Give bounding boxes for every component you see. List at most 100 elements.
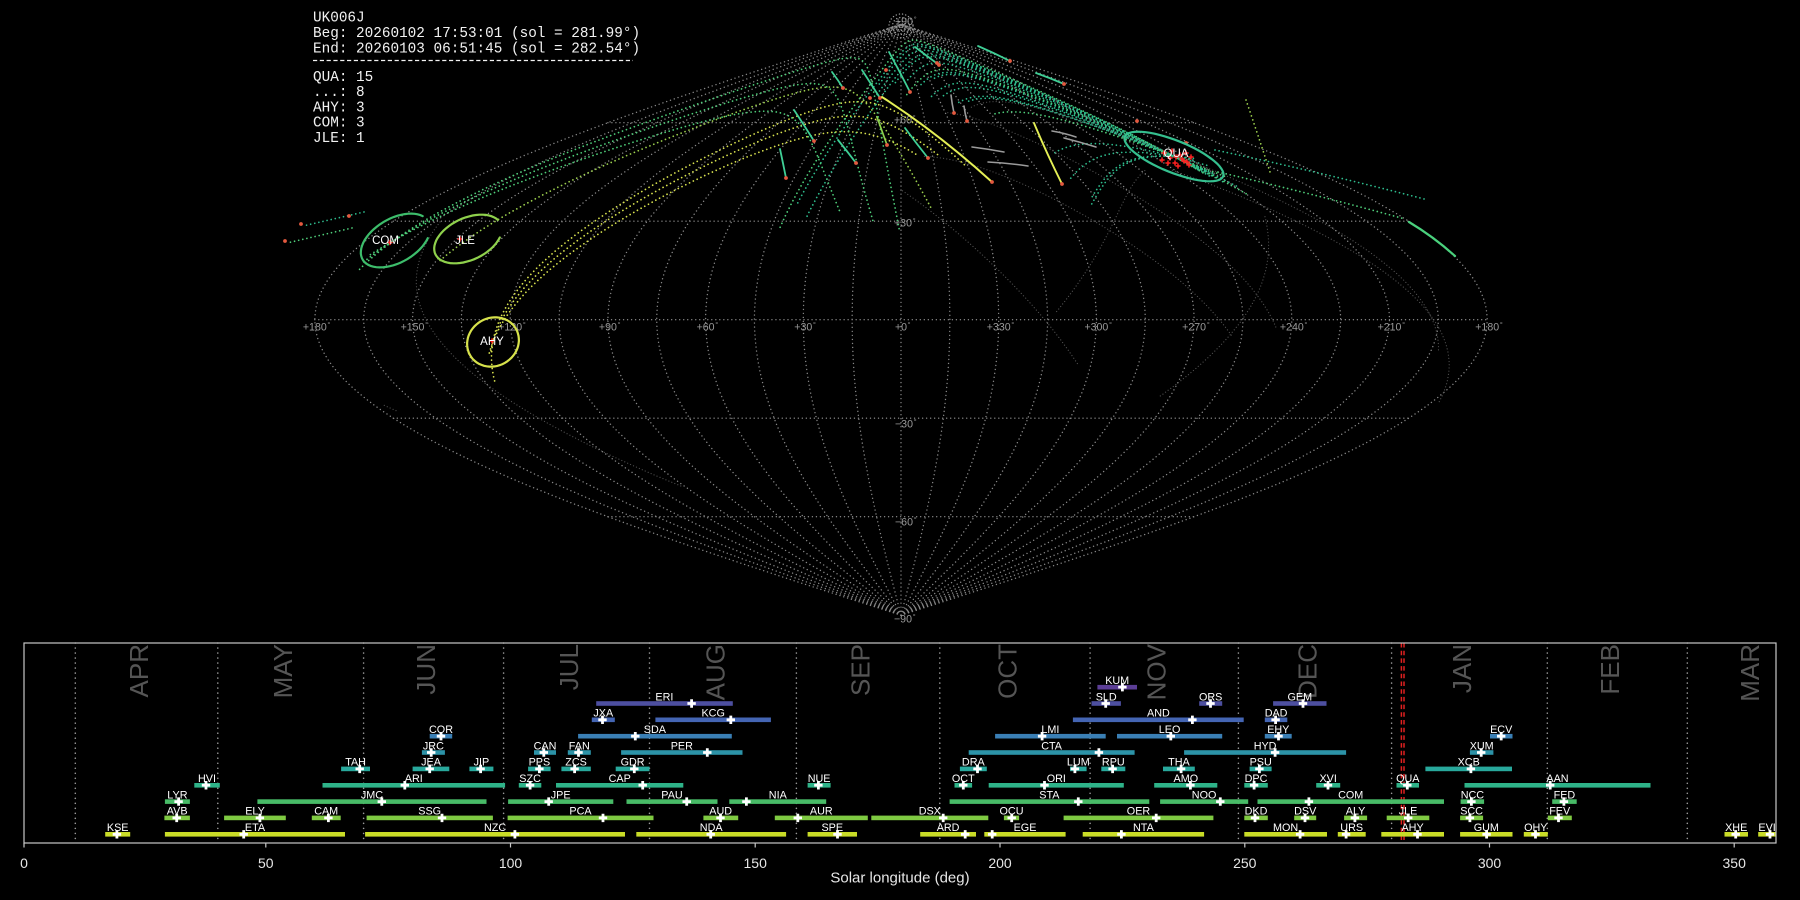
svg-text:SEP: SEP <box>846 644 876 696</box>
svg-text:+330: +330 <box>987 322 1011 334</box>
svg-text:DPC: DPC <box>1245 773 1268 785</box>
svg-text:°: ° <box>914 15 917 24</box>
svg-text:HYD: HYD <box>1254 740 1277 752</box>
svg-text:CAN: CAN <box>534 740 557 752</box>
svg-text:150: 150 <box>744 855 768 871</box>
svg-text:200: 200 <box>988 855 1012 871</box>
svg-text:°: ° <box>813 320 816 329</box>
svg-text:+270: +270 <box>1182 322 1206 334</box>
svg-text:DKD: DKD <box>1245 806 1268 818</box>
svg-text:JUL: JUL <box>554 644 584 690</box>
svg-text:URS: URS <box>1340 822 1363 834</box>
svg-text:JLE: JLE <box>455 235 475 247</box>
svg-text:CAM: CAM <box>314 806 338 818</box>
svg-text:AHY: AHY <box>1401 822 1423 834</box>
svg-text:CQR: CQR <box>429 724 453 736</box>
svg-text:NOO: NOO <box>1192 789 1217 801</box>
svg-text:AVB: AVB <box>167 806 188 818</box>
svg-text:+180: +180 <box>1475 322 1499 334</box>
svg-text:FEV: FEV <box>1549 806 1571 818</box>
svg-text:QUA: 15: QUA: 15 <box>313 70 373 86</box>
svg-text:°: ° <box>425 320 428 329</box>
svg-text:+210: +210 <box>1378 322 1402 334</box>
svg-text:+30: +30 <box>794 322 812 334</box>
svg-text:RPU: RPU <box>1102 757 1125 769</box>
svg-text:100: 100 <box>499 855 523 871</box>
svg-text:NZC: NZC <box>484 822 506 834</box>
svg-text:DRA: DRA <box>962 757 986 769</box>
svg-text:COM: 3: COM: 3 <box>313 116 365 132</box>
svg-text:OCU: OCU <box>1000 806 1024 818</box>
svg-text:XHE: XHE <box>1725 822 1747 834</box>
svg-text:AUR: AUR <box>810 806 833 818</box>
svg-text:°: ° <box>1109 320 1112 329</box>
svg-text:JMC: JMC <box>361 789 383 801</box>
svg-text:TAH: TAH <box>345 757 366 769</box>
svg-text:THA: THA <box>1168 757 1190 769</box>
svg-text:°: ° <box>908 320 911 329</box>
svg-text:EHY: EHY <box>1267 724 1289 736</box>
svg-text:°: ° <box>523 320 526 329</box>
svg-text:NCC: NCC <box>1461 789 1485 801</box>
svg-text:AHY: 3: AHY: 3 <box>313 100 365 116</box>
svg-text:SZC: SZC <box>519 773 541 785</box>
svg-text:SSG: SSG <box>418 806 441 818</box>
svg-text:350: 350 <box>1723 855 1747 871</box>
svg-text:−30: −30 <box>895 419 913 431</box>
svg-text:−90: −90 <box>894 614 912 626</box>
svg-text:+60: +60 <box>697 322 715 334</box>
svg-text:...: 8: ...: 8 <box>313 85 365 101</box>
svg-text:GUM: GUM <box>1474 822 1499 834</box>
svg-text:GEM: GEM <box>1288 691 1313 703</box>
svg-text:OCT: OCT <box>992 644 1022 699</box>
svg-text:ARD: ARD <box>937 822 960 834</box>
svg-text:°: ° <box>1402 320 1405 329</box>
svg-text:°: ° <box>1207 320 1210 329</box>
svg-text:GDR: GDR <box>621 757 645 769</box>
svg-text:AHY: AHY <box>480 336 504 348</box>
svg-text:JPE: JPE <box>551 789 571 801</box>
svg-text:PCA: PCA <box>569 806 592 818</box>
svg-text:SDA: SDA <box>644 724 667 736</box>
svg-text:EVI: EVI <box>1758 822 1775 834</box>
svg-text:COM: COM <box>372 235 399 247</box>
svg-text:+180: +180 <box>303 322 327 334</box>
svg-text:+0: +0 <box>895 322 907 334</box>
svg-text:JEA: JEA <box>421 757 442 769</box>
svg-text:NUE: NUE <box>808 773 831 785</box>
svg-text:SCC: SCC <box>1460 806 1483 818</box>
svg-text:+90: +90 <box>599 322 617 334</box>
svg-text:ETA: ETA <box>245 822 266 834</box>
svg-text:MAY: MAY <box>268 644 298 698</box>
svg-text:Solar longitude (deg): Solar longitude (deg) <box>830 870 969 887</box>
svg-text:OCT: OCT <box>952 773 975 785</box>
svg-text:HVI: HVI <box>198 773 216 785</box>
svg-text:OER: OER <box>1127 806 1151 818</box>
svg-text:MON: MON <box>1273 822 1298 834</box>
svg-text:STA: STA <box>1039 789 1060 801</box>
svg-text:AUD: AUD <box>709 806 732 818</box>
svg-text:+90: +90 <box>895 16 913 28</box>
svg-text:KCG: KCG <box>701 708 724 720</box>
svg-text:FEB: FEB <box>1595 644 1625 695</box>
svg-text:PER: PER <box>671 740 693 752</box>
svg-text:JUN: JUN <box>411 644 441 695</box>
svg-text:°: ° <box>1500 320 1503 329</box>
svg-text:°: ° <box>913 216 916 225</box>
svg-text:EGE: EGE <box>1014 822 1037 834</box>
svg-text:PPS: PPS <box>529 757 551 769</box>
svg-text:OHY: OHY <box>1524 822 1547 834</box>
svg-text:250: 250 <box>1233 855 1257 871</box>
svg-text:QUA: QUA <box>1396 773 1420 785</box>
svg-text:ELY: ELY <box>245 806 265 818</box>
svg-text:LMI: LMI <box>1041 724 1059 736</box>
svg-text:JRC: JRC <box>423 740 444 752</box>
svg-text:JXA: JXA <box>593 708 614 720</box>
svg-text:+150: +150 <box>401 322 425 334</box>
svg-text:°: ° <box>913 612 916 621</box>
svg-text:+300: +300 <box>1084 322 1108 334</box>
svg-text:DSX: DSX <box>919 806 941 818</box>
svg-text:XVI: XVI <box>1319 773 1336 785</box>
svg-text:JLE: JLE <box>1399 806 1418 818</box>
svg-text:°: ° <box>1011 320 1014 329</box>
